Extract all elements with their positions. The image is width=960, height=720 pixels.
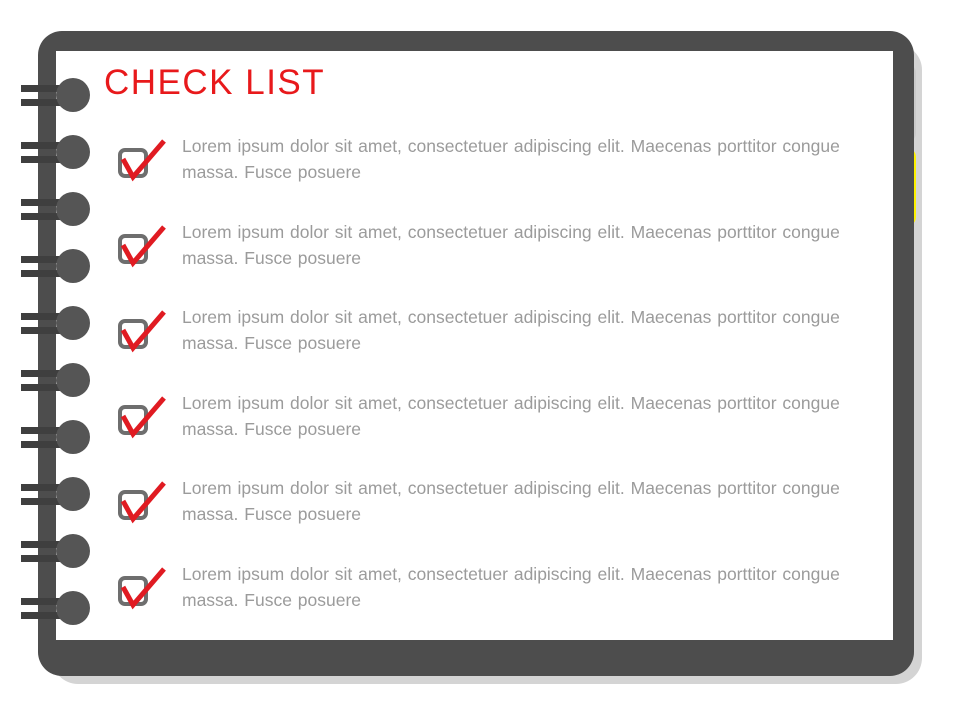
checkmark-icon (120, 566, 166, 609)
checklist-item-text: Lorem ipsum dolor sit amet, consectetuer… (182, 221, 840, 268)
checklist-item-text: Lorem ipsum dolor sit amet, consectetuer… (182, 307, 840, 353)
checkmark-icon (120, 481, 166, 524)
checklist: Lorem ipsum dolor sit amet, consectetuer… (112, 133, 872, 646)
checklist-item-text: Lorem ipsum dolor sit amet, consectetuer… (182, 563, 840, 610)
checklist-item-text: Lorem ipsum dolor sit amet, consectetuer… (182, 478, 840, 524)
checkmark-icon (120, 139, 166, 182)
page-title: CHECK LIST (104, 63, 326, 102)
checklist-item[interactable]: Lorem ipsum dolor sit amet, consectetuer… (112, 133, 872, 219)
checklist-item-text: Lorem ipsum dolor sit amet, consectetuer… (182, 392, 840, 439)
checklist-item-text: Lorem ipsum dolor sit amet, consectetuer… (182, 136, 840, 182)
checklist-item[interactable]: Lorem ipsum dolor sit amet, consectetuer… (112, 219, 872, 305)
checklist-item[interactable]: Lorem ipsum dolor sit amet, consectetuer… (112, 390, 872, 476)
checkmark-icon (120, 310, 166, 353)
checklist-slide: CHECK LIST Lorem ipsum dolor sit amet, c… (0, 0, 960, 720)
checklist-item[interactable]: Lorem ipsum dolor sit amet, consectetuer… (112, 304, 872, 390)
checkbox[interactable] (112, 481, 172, 531)
checkmark-icon (120, 224, 166, 267)
checkbox[interactable] (112, 566, 172, 617)
checklist-item[interactable]: Lorem ipsum dolor sit amet, consectetuer… (112, 475, 872, 561)
checkbox[interactable] (112, 139, 172, 189)
checkbox[interactable] (112, 310, 172, 360)
checklist-item[interactable]: Lorem ipsum dolor sit amet, consectetuer… (112, 561, 872, 647)
checkmark-icon (120, 395, 166, 438)
checkbox[interactable] (112, 224, 172, 275)
checkbox[interactable] (112, 395, 172, 446)
